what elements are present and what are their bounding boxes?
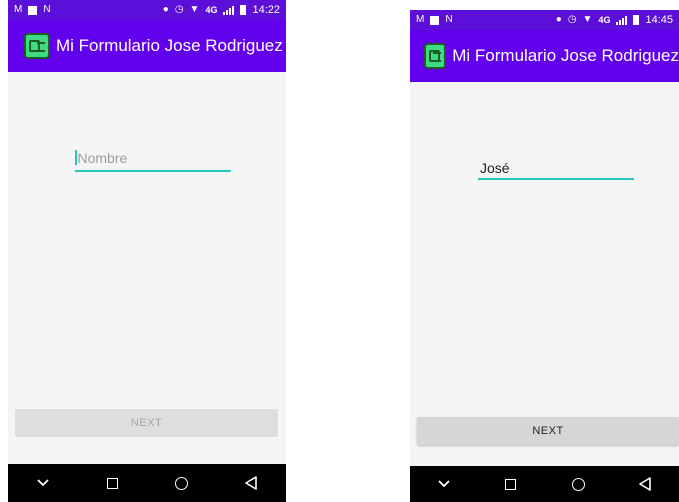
next-button[interactable]: NEXT (417, 417, 679, 445)
do-not-disturb-icon: ● (555, 14, 562, 25)
next-button[interactable]: NEXT (15, 409, 278, 437)
alarm-icon: ◷ (174, 4, 184, 15)
battery-icon (633, 15, 640, 25)
text-cursor (75, 150, 77, 165)
wifi-icon: ▼ (189, 4, 200, 15)
wifi-icon: ▼ (582, 14, 593, 25)
chevron-down-icon[interactable] (28, 468, 58, 498)
home-icon[interactable] (167, 468, 197, 498)
alarm-icon: ◷ (567, 14, 577, 25)
name-input-placeholder: Nombre (77, 150, 128, 166)
app-bar: Mi Formulario Jose Rodriguez (410, 30, 679, 82)
id-card-icon (424, 43, 447, 69)
status-time: 14:22 (252, 4, 280, 16)
image-icon (430, 15, 440, 25)
notification-n-icon: N (43, 4, 51, 15)
screen-filled-form: M N ● ◷ ▼ 4G 14:45 Mi Formulario Jose Ro… (410, 10, 679, 502)
name-input[interactable]: Nombre (75, 150, 231, 172)
name-input-value: José (480, 160, 510, 176)
signal-icon (223, 5, 235, 15)
image-icon (28, 5, 38, 15)
chevron-down-icon[interactable] (429, 469, 459, 499)
status-time: 14:45 (645, 14, 673, 26)
status-bar: M N ● ◷ ▼ 4G 14:22 (8, 0, 286, 20)
id-card-icon (24, 33, 50, 59)
signal-icon (616, 15, 628, 25)
home-icon[interactable] (563, 469, 593, 499)
name-input[interactable]: José (478, 160, 634, 180)
do-not-disturb-icon: ● (162, 4, 169, 15)
network-type: 4G (205, 5, 218, 15)
recents-icon[interactable] (97, 468, 127, 498)
back-icon[interactable] (236, 468, 266, 498)
notification-n-icon: N (445, 14, 453, 25)
recents-icon[interactable] (496, 469, 526, 499)
app-bar: Mi Formulario Jose Rodriguez (8, 20, 286, 72)
app-title: Mi Formulario Jose Rodriguez (452, 46, 679, 65)
gmail-icon: M (14, 4, 23, 15)
status-bar: M N ● ◷ ▼ 4G 14:45 (410, 10, 679, 30)
back-icon[interactable] (630, 469, 660, 499)
navigation-bar (410, 466, 679, 502)
app-title: Mi Formulario Jose Rodriguez (56, 36, 283, 55)
screen-empty-form: M N ● ◷ ▼ 4G 14:22 Mi Formulario Jose Ro… (8, 0, 286, 502)
battery-icon (240, 5, 247, 15)
network-type: 4G (598, 15, 611, 25)
navigation-bar (8, 464, 286, 502)
gmail-icon: M (416, 14, 425, 25)
